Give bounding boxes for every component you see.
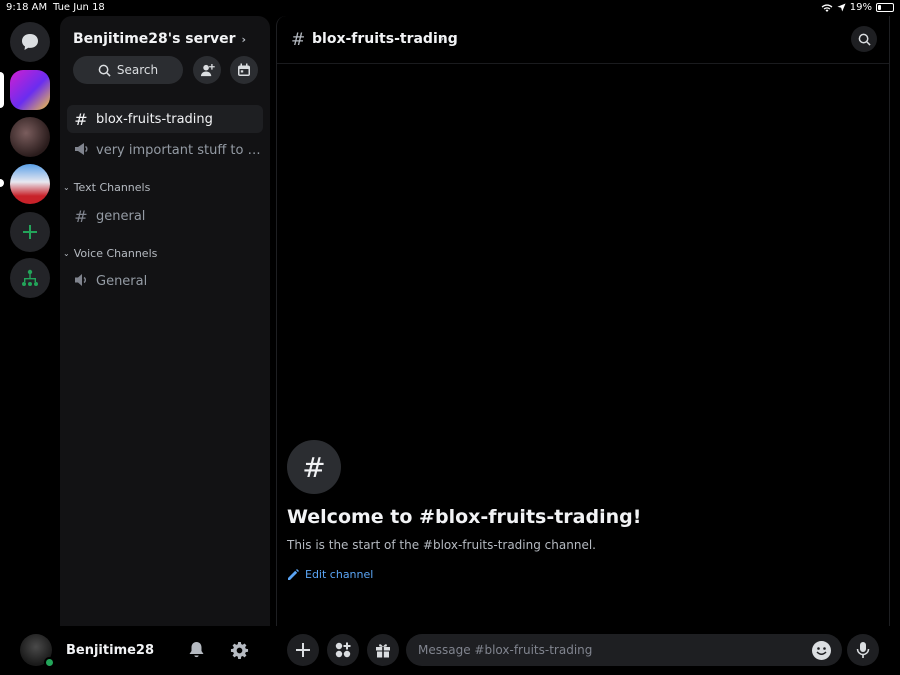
megaphone-icon bbox=[74, 141, 88, 160]
channel-label: general bbox=[96, 208, 146, 224]
status-right: 19% bbox=[821, 2, 894, 13]
category-voice-channels[interactable]: ⌄ Voice Channels bbox=[63, 247, 157, 260]
voice-message-button[interactable] bbox=[847, 634, 879, 666]
channel-title[interactable]: blox-fruits-trading bbox=[312, 31, 458, 47]
username[interactable]: Benjitime28 bbox=[66, 643, 154, 658]
channel-header: # blox-fruits-trading › bbox=[277, 16, 889, 64]
plus-icon bbox=[23, 225, 37, 239]
message-input[interactable] bbox=[406, 634, 842, 666]
welcome-subtitle: This is the start of the #blox-fruits-tr… bbox=[287, 538, 596, 552]
voice-channel-general[interactable]: General bbox=[67, 267, 263, 295]
gear-icon bbox=[230, 641, 248, 659]
server-name: Benjitime28's server bbox=[73, 31, 236, 47]
pencil-icon bbox=[288, 568, 299, 580]
add-server-button[interactable] bbox=[10, 212, 50, 252]
battery-icon bbox=[876, 3, 894, 12]
chevron-down-icon: ⌄ bbox=[63, 183, 70, 192]
category-label: Text Channels bbox=[73, 181, 151, 194]
server-header[interactable]: Benjitime28's server › bbox=[73, 31, 246, 47]
apps-icon bbox=[335, 642, 351, 658]
channel-label: very important stuff to ta... bbox=[96, 142, 263, 158]
discover-button[interactable] bbox=[10, 258, 50, 298]
calendar-icon bbox=[238, 63, 250, 76]
chevron-right-icon: › bbox=[241, 32, 247, 46]
channel-blox-fruits-trading[interactable]: # blox-fruits-trading bbox=[67, 105, 263, 133]
emoji-button[interactable] bbox=[812, 641, 831, 660]
status-date: Tue Jun 18 bbox=[53, 2, 105, 13]
hash-icon: # bbox=[291, 30, 306, 50]
plus-icon bbox=[296, 643, 310, 657]
category-text-channels[interactable]: ⌄ Text Channels bbox=[63, 181, 150, 194]
battery-percent: 19% bbox=[849, 2, 872, 13]
hub-icon bbox=[22, 269, 38, 286]
unread-server-indicator bbox=[0, 179, 4, 187]
apps-button[interactable] bbox=[327, 634, 359, 666]
direct-messages-button[interactable] bbox=[10, 22, 50, 62]
hash-icon: # bbox=[74, 206, 88, 226]
active-server-indicator bbox=[0, 72, 4, 108]
status-bar: 9:18 AM Tue Jun 18 19% bbox=[0, 0, 900, 16]
gift-button[interactable] bbox=[367, 634, 399, 666]
invite-button[interactable] bbox=[193, 56, 221, 84]
channel-sidebar: Benjitime28's server › Search # blox-fru… bbox=[60, 16, 270, 626]
message-composer bbox=[276, 626, 900, 675]
bell-icon bbox=[189, 642, 203, 658]
emoji-icon bbox=[816, 647, 827, 655]
search-button[interactable]: Search bbox=[73, 56, 183, 84]
search-label: Search bbox=[116, 63, 159, 77]
server-icon-blox[interactable] bbox=[10, 70, 50, 110]
channel-label: blox-fruits-trading bbox=[96, 111, 213, 127]
edit-channel-label: Edit channel bbox=[305, 568, 374, 581]
hash-icon: # bbox=[74, 109, 88, 129]
channel-very-important[interactable]: very important stuff to ta... bbox=[67, 136, 263, 164]
search-icon bbox=[98, 64, 111, 77]
welcome-title: Welcome to #blox-fruits-trading! bbox=[287, 506, 642, 528]
wifi-icon bbox=[821, 3, 833, 12]
channel-label: General bbox=[96, 273, 148, 289]
location-icon bbox=[837, 3, 846, 12]
gift-icon bbox=[376, 644, 390, 658]
server-icon-anime[interactable] bbox=[10, 164, 50, 204]
add-user-icon bbox=[200, 63, 215, 76]
events-button[interactable] bbox=[230, 56, 258, 84]
server-icon-photo[interactable] bbox=[10, 117, 50, 157]
search-icon bbox=[858, 33, 871, 46]
online-status-dot bbox=[44, 657, 55, 668]
user-panel: Benjitime28 bbox=[0, 626, 276, 675]
channel-search-button[interactable] bbox=[851, 26, 877, 52]
settings-button[interactable] bbox=[229, 640, 249, 660]
chevron-right-icon: › bbox=[440, 32, 445, 45]
channel-hash-badge: # bbox=[287, 440, 341, 494]
chat-bubble-icon bbox=[22, 34, 38, 50]
edit-channel-link[interactable]: Edit channel bbox=[287, 568, 373, 581]
attach-button[interactable] bbox=[287, 634, 319, 666]
category-label: Voice Channels bbox=[73, 247, 158, 260]
chevron-down-icon: ⌄ bbox=[63, 249, 70, 258]
chat-area: # blox-fruits-trading › # Welcome to #bl… bbox=[276, 16, 890, 626]
speaker-icon bbox=[74, 272, 88, 291]
server-rail bbox=[0, 16, 60, 626]
status-time: 9:18 AM bbox=[6, 2, 48, 13]
microphone-icon bbox=[856, 642, 870, 658]
notifications-button[interactable] bbox=[186, 640, 206, 660]
channel-general[interactable]: # general bbox=[67, 202, 263, 230]
